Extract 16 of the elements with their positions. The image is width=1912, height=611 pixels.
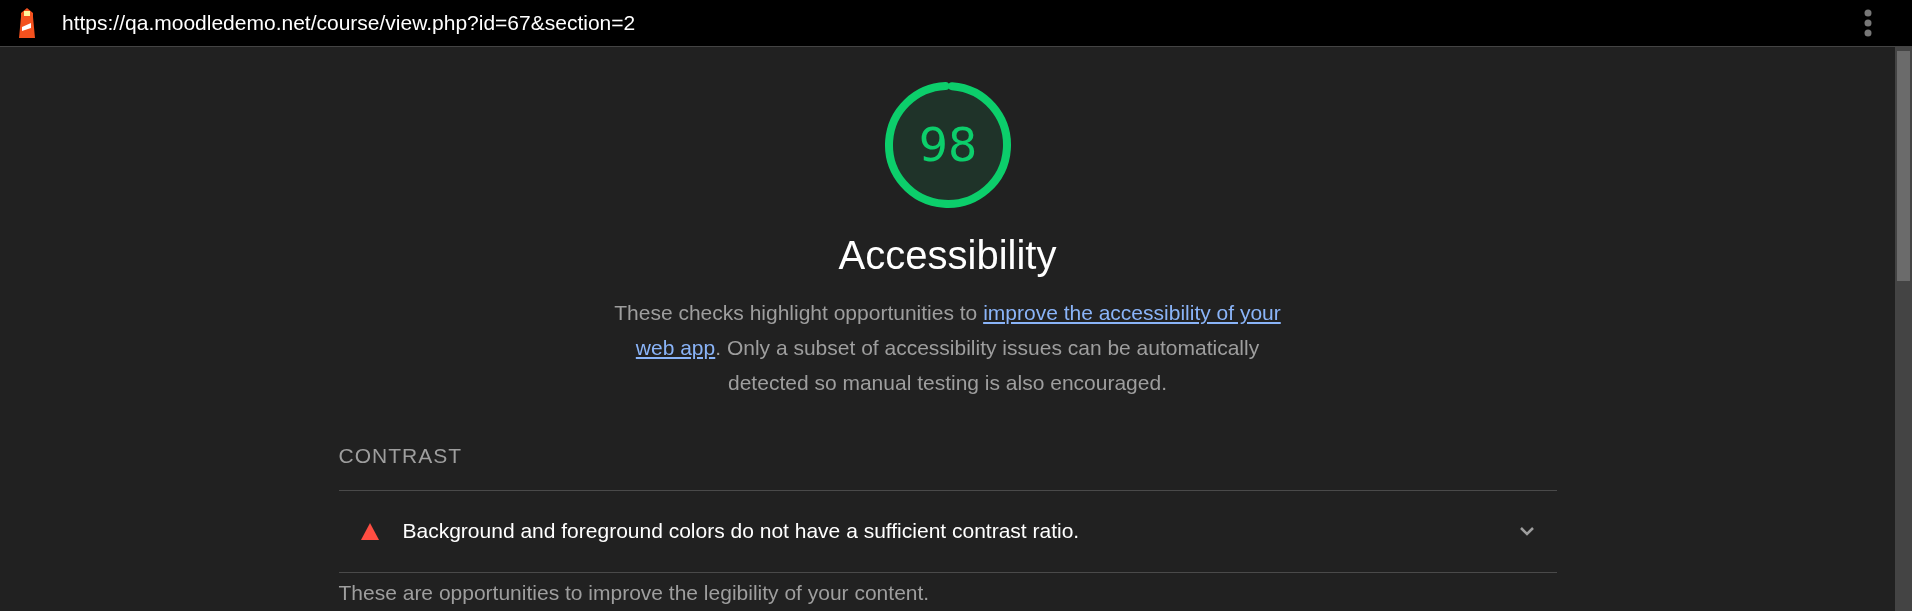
scrollbar[interactable] xyxy=(1895,47,1912,611)
audit-title: Background and foreground colors do not have a sufficient contrast ratio. xyxy=(402,518,1080,545)
group-description: These are opportunities to improve the legibility of your content. xyxy=(338,579,931,606)
warning-triangle-icon xyxy=(360,522,379,540)
more-options-icon[interactable] xyxy=(1864,9,1872,37)
group-title: CONTRAST xyxy=(338,443,463,469)
score-value: 98 xyxy=(918,118,977,172)
chevron-icon[interactable] xyxy=(1518,526,1535,536)
category-title: Accessibility xyxy=(838,232,1057,279)
docs-link[interactable]: web app xyxy=(635,336,716,359)
docs-link[interactable]: improve the accessibility of your xyxy=(983,301,1281,324)
audit-row[interactable]: Background and foreground colors do not have a sufficient contrast ratio. xyxy=(338,489,1557,573)
scrollbar-thumb[interactable] xyxy=(1897,51,1910,281)
page-url: https://qa.moodledemo.net/course/view.php?id=67&section=2 xyxy=(62,10,636,37)
category-description: These checks highlight opportunities to improve the accessibility of your web app. Only a subset of accessibility issues can be automatically detected so manual testing is also encouraged. xyxy=(613,300,1282,396)
lighthouse-icon xyxy=(16,7,38,39)
